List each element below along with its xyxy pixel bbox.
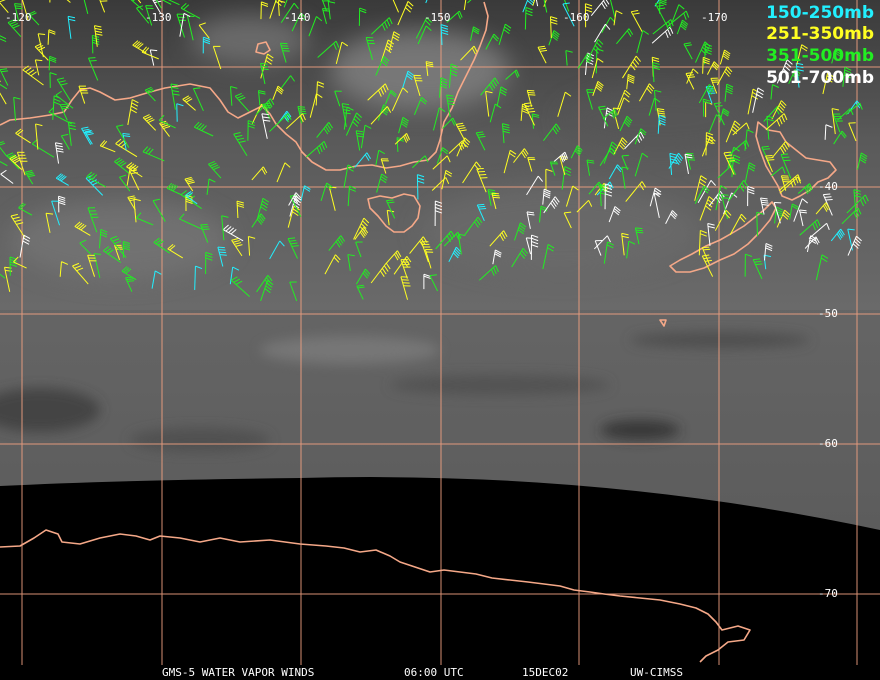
wind-barb-flag	[125, 276, 133, 279]
wind-barb-flag	[478, 205, 486, 208]
lat-label-40: -40	[818, 180, 838, 193]
wind-barb-flag	[492, 194, 500, 197]
wind-barb-flag	[703, 248, 711, 251]
wind-barb-flag	[761, 145, 769, 148]
wind-barb-flag	[762, 148, 770, 150]
caption-date: 15DEC02	[522, 666, 569, 679]
wind-barb-flag	[613, 107, 621, 110]
lat-label-70: -70	[818, 587, 838, 600]
wind-barb-flag	[492, 196, 500, 199]
wind-barb-flag	[721, 194, 729, 196]
wind-barb-flag	[754, 260, 762, 263]
wind-barb-flag	[14, 3, 22, 5]
lon-label-130: -130	[145, 11, 172, 24]
water-vapor-imagery	[0, 0, 880, 530]
wind-barb-flag	[219, 251, 227, 254]
wind-barb-flag	[127, 280, 135, 282]
wind-barb-flag	[94, 253, 102, 255]
wind-barb-flag	[219, 254, 227, 256]
caption-source: UW-CIMSS	[630, 666, 683, 679]
wind-barb-flag	[823, 193, 831, 196]
wind-barb-flag	[688, 159, 696, 161]
wind-barb-flag	[767, 159, 775, 161]
lat-label-50: -50	[818, 307, 838, 320]
wind-barb-flag	[218, 249, 226, 251]
wind-barb-flag	[477, 203, 485, 206]
wind-barb-flag	[825, 198, 833, 201]
wind-barb-flag	[491, 192, 499, 195]
wind-barb-flag	[193, 87, 201, 90]
wind-barb-flag	[702, 246, 710, 249]
wind-barb-flag	[61, 105, 69, 108]
caption-product: GMS-5 WATER VAPOR WINDS	[162, 666, 315, 679]
wind-barb-flag	[765, 154, 773, 157]
wind-barb-flag	[479, 207, 487, 210]
legend-item-251-350: 251-350mb	[766, 24, 874, 44]
wind-barb-flag	[755, 263, 763, 266]
wind-barb-flag	[722, 197, 730, 199]
lat-label-60: -60	[818, 437, 838, 450]
legend-item-150-250: 150-250mb	[766, 3, 874, 23]
satellite-map: -120 -130 -140 -150 -160 -170 -40 -50 -6…	[0, 0, 880, 680]
wind-barb-flag	[217, 246, 225, 249]
lon-label-150: -150	[424, 11, 451, 24]
wind-barb-flag	[126, 278, 134, 281]
wind-barb-flag	[766, 157, 774, 159]
lon-label-160: -160	[563, 11, 590, 24]
wind-barb-flag	[322, 8, 330, 10]
map-canvas	[0, 0, 880, 665]
legend-item-501-700: 501-700mb	[766, 68, 874, 88]
wind-barb-flag	[686, 152, 694, 155]
image-caption: GMS-5 WATER VAPOR WINDS 06:00 UTC 15DEC0…	[0, 664, 880, 680]
lon-label-140: -140	[284, 11, 311, 24]
wind-barb-flag	[60, 103, 68, 106]
lon-label-120: -120	[5, 11, 32, 24]
wind-barb-flag	[329, 186, 337, 189]
legend-item-351-500: 351-500mb	[766, 46, 874, 66]
wind-barb-flag	[753, 258, 761, 261]
lon-label-170: -170	[701, 11, 728, 24]
wind-barb-flag	[62, 107, 70, 110]
wind-barb-flag	[15, 7, 23, 10]
wind-barb-flag	[824, 196, 832, 198]
wind-barb-flag	[14, 5, 23, 8]
caption-time: 06:00 UTC	[404, 666, 464, 679]
